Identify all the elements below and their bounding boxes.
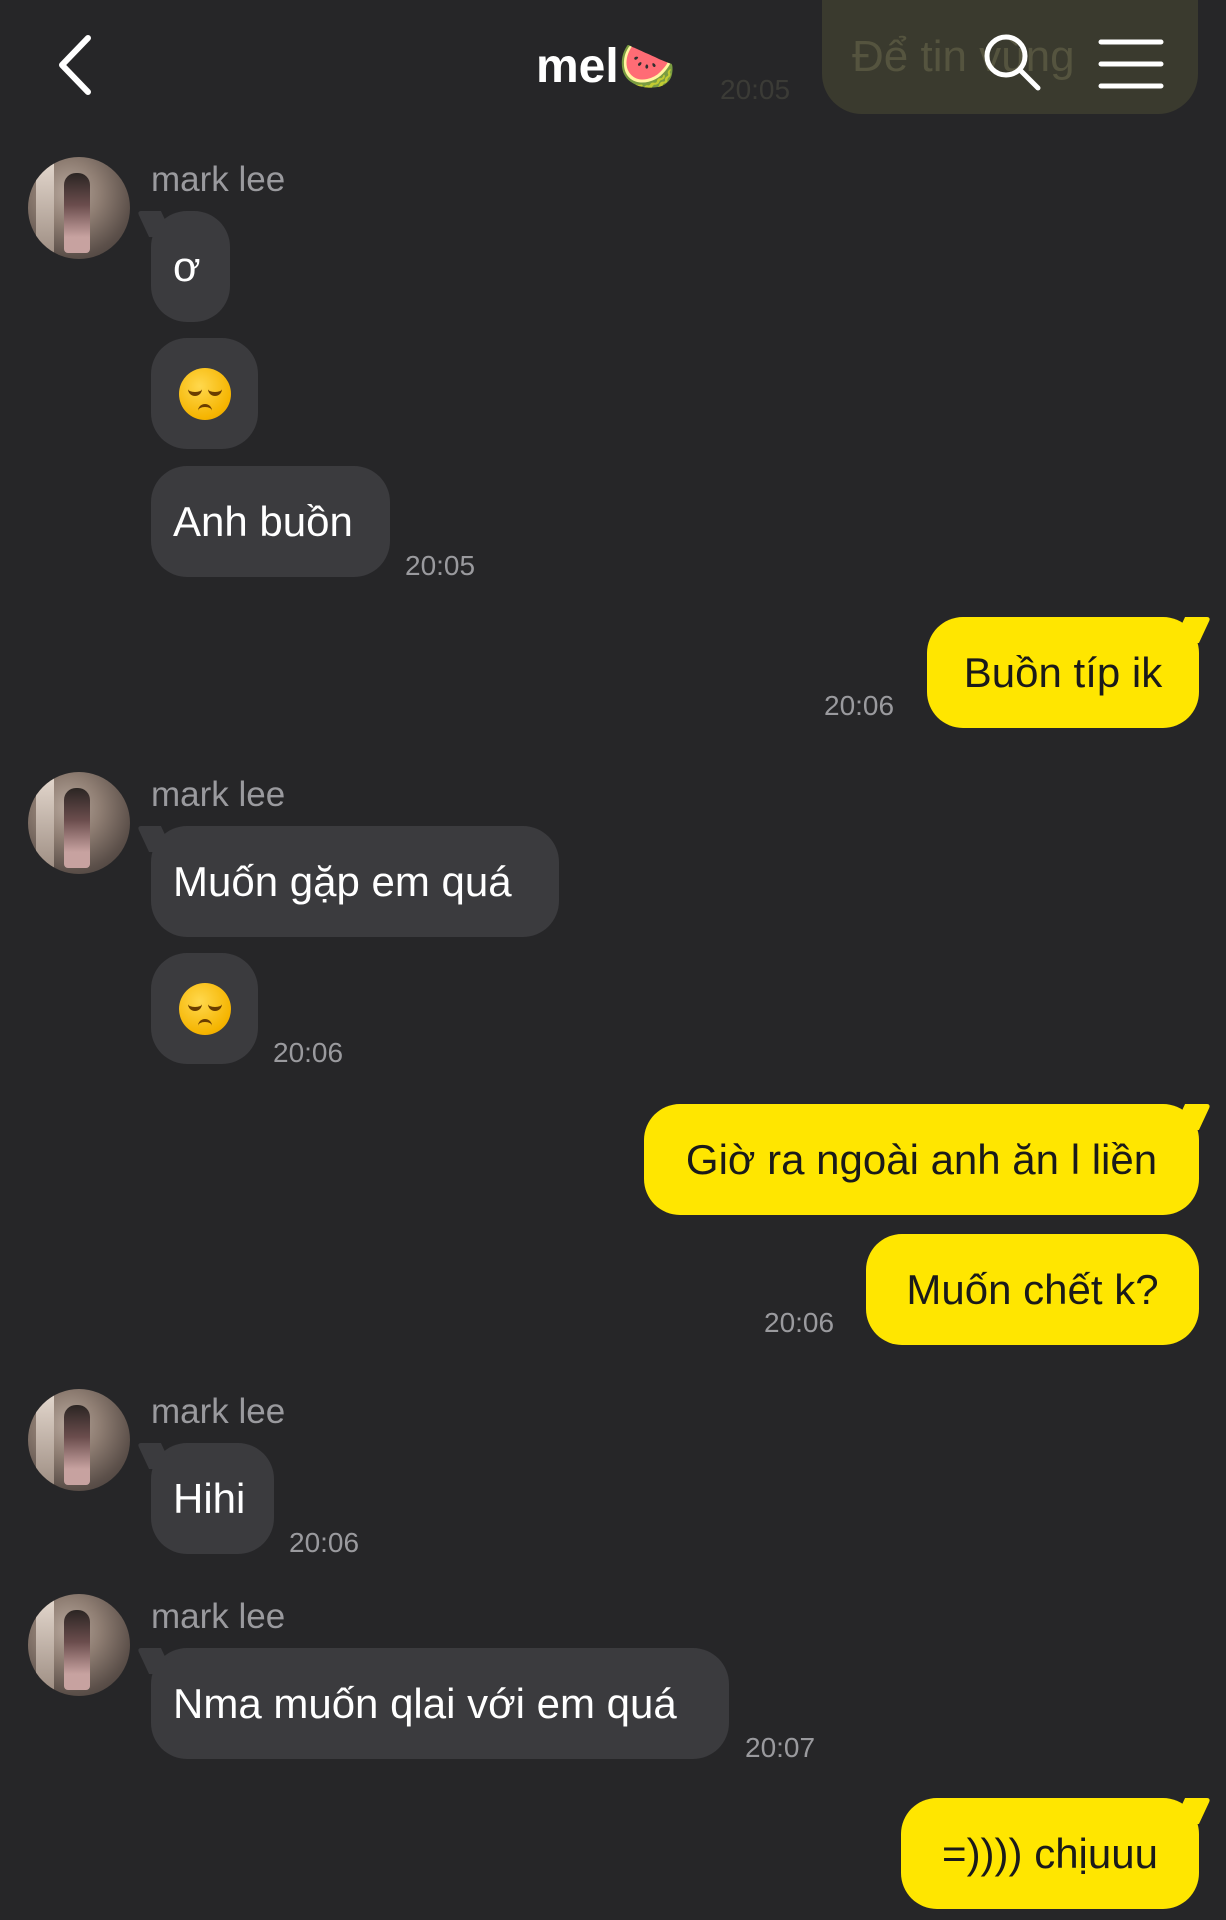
message-text: ơ (173, 242, 201, 290)
incoming-message-bubble[interactable]: Anh buồn (151, 466, 390, 577)
message-text: Muốn chết k? (906, 1265, 1159, 1313)
message-text: Anh buồn (173, 497, 353, 545)
chat-title: mel🍉 (536, 36, 676, 97)
watermelon-icon: 🍉 (618, 40, 676, 92)
incoming-message-bubble[interactable]: Hihi (151, 1443, 274, 1554)
pensive-face-icon (178, 982, 231, 1035)
message-text: Nma muốn qlai với em quá (173, 1679, 677, 1727)
message-time: 20:05 (405, 550, 476, 581)
sender-name: mark lee (151, 1597, 286, 1636)
message-time: 20:06 (289, 1527, 360, 1558)
incoming-emoji-bubble[interactable] (151, 953, 258, 1064)
sender-name: mark lee (151, 160, 286, 199)
incoming-emoji-bubble[interactable] (151, 338, 258, 449)
message-time: 20:06 (764, 1307, 835, 1338)
chevron-left-icon[interactable] (50, 30, 110, 100)
incoming-message-bubble[interactable]: Nma muốn qlai với em quá (151, 1648, 729, 1759)
message-text: Buồn típ ik (963, 648, 1163, 696)
message-time: 20:06 (273, 1037, 344, 1068)
sender-name: mark lee (151, 1392, 286, 1431)
avatar[interactable] (28, 1389, 130, 1491)
message-text: Muốn gặp em quá (173, 857, 512, 905)
pensive-face-icon (178, 367, 231, 420)
message-text: Giờ ra ngoài anh ăn l liền (685, 1135, 1158, 1183)
sender-name: mark lee (151, 775, 286, 814)
hamburger-menu-icon[interactable] (1098, 36, 1164, 92)
incoming-message-bubble[interactable]: ơ (151, 211, 230, 322)
avatar[interactable] (28, 772, 130, 874)
chat-name: mel (536, 40, 619, 93)
avatar[interactable] (28, 157, 130, 259)
search-icon[interactable] (980, 30, 1044, 94)
chat-header: mel🍉 (0, 0, 1226, 130)
message-text: Hihi (173, 1474, 246, 1522)
avatar[interactable] (28, 1594, 130, 1696)
outgoing-message-bubble[interactable]: Giờ ra ngoài anh ăn l liền (644, 1104, 1199, 1215)
outgoing-message-bubble[interactable]: Muốn chết k? (866, 1234, 1199, 1345)
outgoing-message-bubble[interactable]: Buồn típ ik (927, 617, 1199, 728)
incoming-message-bubble[interactable]: Muốn gặp em quá (151, 826, 559, 937)
message-time: 20:06 (824, 690, 895, 721)
outgoing-message-bubble[interactable]: =)))) chịuuu (901, 1798, 1199, 1909)
message-time: 20:07 (745, 1732, 816, 1763)
message-text: =)))) chịuuu (942, 1829, 1158, 1877)
